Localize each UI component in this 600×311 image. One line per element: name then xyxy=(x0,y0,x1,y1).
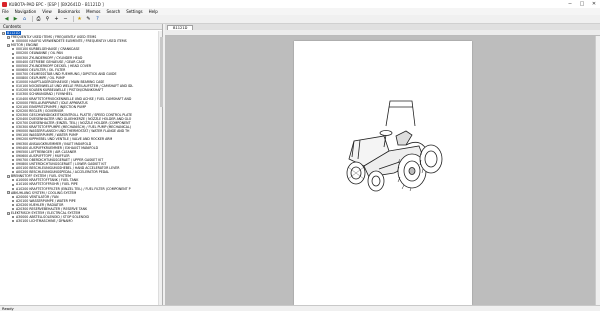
tree-leaf-icon xyxy=(12,113,14,116)
tree-leaf-icon xyxy=(12,85,14,88)
tree-leaf-icon xyxy=(12,187,14,190)
tree-leaf-icon xyxy=(12,101,14,104)
toolbar: ◀ ▶ ⌂ ⎙ ⚲ + − ★ ✎ ? xyxy=(0,15,600,24)
tab-document[interactable]: B1121D xyxy=(167,25,194,30)
maximize-button[interactable]: □ xyxy=(576,0,588,8)
tree-leaf-icon xyxy=(12,167,14,170)
tree-leaf-icon xyxy=(12,220,14,223)
tree-leaf-icon xyxy=(12,138,14,141)
document-panel: B1121D xyxy=(165,24,600,305)
tree-item-label: A30100 LICHTMASCHINE / DYNAMO xyxy=(16,219,73,224)
tree-leaf-icon xyxy=(12,40,14,43)
tree-leaf-icon xyxy=(12,183,14,186)
menu-help[interactable]: Help xyxy=(149,9,158,14)
document-page xyxy=(294,41,472,305)
tree-leaf-icon xyxy=(12,105,14,108)
tree-leaf-icon xyxy=(12,126,14,129)
tree-expander-icon[interactable]: − xyxy=(2,31,5,35)
contents-title: Contents xyxy=(3,24,21,29)
toolbar-separator xyxy=(32,16,33,22)
contents-header: Contents xyxy=(0,24,162,30)
tree-leaf-icon xyxy=(12,195,14,198)
menu-navigation[interactable]: Navigation xyxy=(15,9,37,14)
close-button[interactable]: ✕ xyxy=(588,0,600,8)
tree-leaf-icon xyxy=(12,122,14,125)
back-icon[interactable]: ◀ xyxy=(3,16,10,23)
tree-leaf-icon xyxy=(12,68,14,71)
menu-file[interactable]: File xyxy=(2,9,9,14)
contents-panel: Contents − B1121D − FREQUENTLY USED ITEMS /… xyxy=(0,24,163,305)
tree-leaf-icon xyxy=(12,130,14,133)
tree-leaf-icon xyxy=(12,72,14,75)
tree-leaf-icon xyxy=(12,60,14,63)
document-area xyxy=(165,36,600,305)
search-icon[interactable]: ⚲ xyxy=(44,16,51,23)
tree-leaf-icon xyxy=(12,203,14,206)
tree-leaf-icon xyxy=(12,134,14,137)
menu-bookmarks[interactable]: Bookmarks xyxy=(58,9,80,14)
tree-leaf-icon xyxy=(12,171,14,174)
memo-icon[interactable]: ✎ xyxy=(85,16,92,23)
tree-leaf-icon xyxy=(12,89,14,92)
tree-leaf-icon xyxy=(12,77,14,80)
tree-expander-icon[interactable]: − xyxy=(7,211,10,215)
menu-bar: File Navigation View Bookmarks Memos Sea… xyxy=(0,8,600,15)
tree-leaf-icon xyxy=(12,216,14,219)
menu-settings[interactable]: Settings xyxy=(126,9,142,14)
tree-leaf-icon xyxy=(12,48,14,51)
print-icon[interactable]: ⎙ xyxy=(35,16,42,23)
home-icon[interactable]: ⌂ xyxy=(21,16,28,23)
tree-leaf-icon xyxy=(12,109,14,112)
tree-leaf-icon xyxy=(12,93,14,96)
tree-leaf-icon xyxy=(12,163,14,166)
tree-expander-icon[interactable]: − xyxy=(7,43,10,47)
status-text: Ready xyxy=(2,306,14,311)
tree-leaf-icon xyxy=(12,142,14,145)
tree-leaf-icon xyxy=(12,56,14,59)
tree-expander-icon[interactable]: − xyxy=(7,35,10,39)
tree-leaf-icon xyxy=(12,146,14,149)
menu-view[interactable]: View xyxy=(42,9,52,14)
forward-icon[interactable]: ▶ xyxy=(12,16,19,23)
status-bar: Ready xyxy=(0,305,600,311)
tree-item[interactable]: A30100 LICHTMASCHINE / DYNAMO xyxy=(0,219,158,223)
window-title: KUBOTA-PAD EPC - [ESP ] [BX2641D - B1121… xyxy=(9,1,104,7)
tree-leaf-icon xyxy=(12,118,14,121)
tractor-illustration xyxy=(346,100,443,192)
document-scrollbar[interactable] xyxy=(595,36,600,305)
toolbar-separator xyxy=(73,16,74,22)
menu-memos[interactable]: Memos xyxy=(86,9,100,14)
title-bar: KUBOTA-PAD EPC - [ESP ] [BX2641D - B1121… xyxy=(0,0,600,8)
tree-scrollbar-thumb[interactable] xyxy=(159,37,163,107)
zoom-out-icon[interactable]: − xyxy=(62,16,69,23)
tree-leaf-icon xyxy=(12,154,14,157)
menu-search[interactable]: Search xyxy=(106,9,120,14)
tree-leaf-icon xyxy=(12,179,14,182)
minimize-button[interactable]: ─ xyxy=(564,0,576,8)
tree-leaf-icon xyxy=(12,158,14,161)
bookmark-icon[interactable]: ★ xyxy=(76,16,83,23)
help-icon[interactable]: ? xyxy=(94,16,101,23)
contents-tree: − B1121D − FREQUENTLY USED ITEMS / FREQUENT… xyxy=(0,31,158,305)
tree-leaf-icon xyxy=(12,199,14,202)
tree-leaf-icon xyxy=(12,52,14,55)
tree-leaf-icon xyxy=(12,150,14,153)
tree-leaf-icon xyxy=(12,208,14,211)
tree-expander-icon[interactable]: − xyxy=(7,174,10,178)
tree-scrollbar[interactable] xyxy=(158,31,163,305)
tree-leaf-icon xyxy=(12,64,14,67)
tree-expander-icon[interactable]: − xyxy=(7,191,10,195)
tree-leaf-icon xyxy=(12,97,14,100)
zoom-in-icon[interactable]: + xyxy=(53,16,60,23)
tree-leaf-icon xyxy=(12,81,14,84)
app-logo-icon xyxy=(2,1,7,7)
